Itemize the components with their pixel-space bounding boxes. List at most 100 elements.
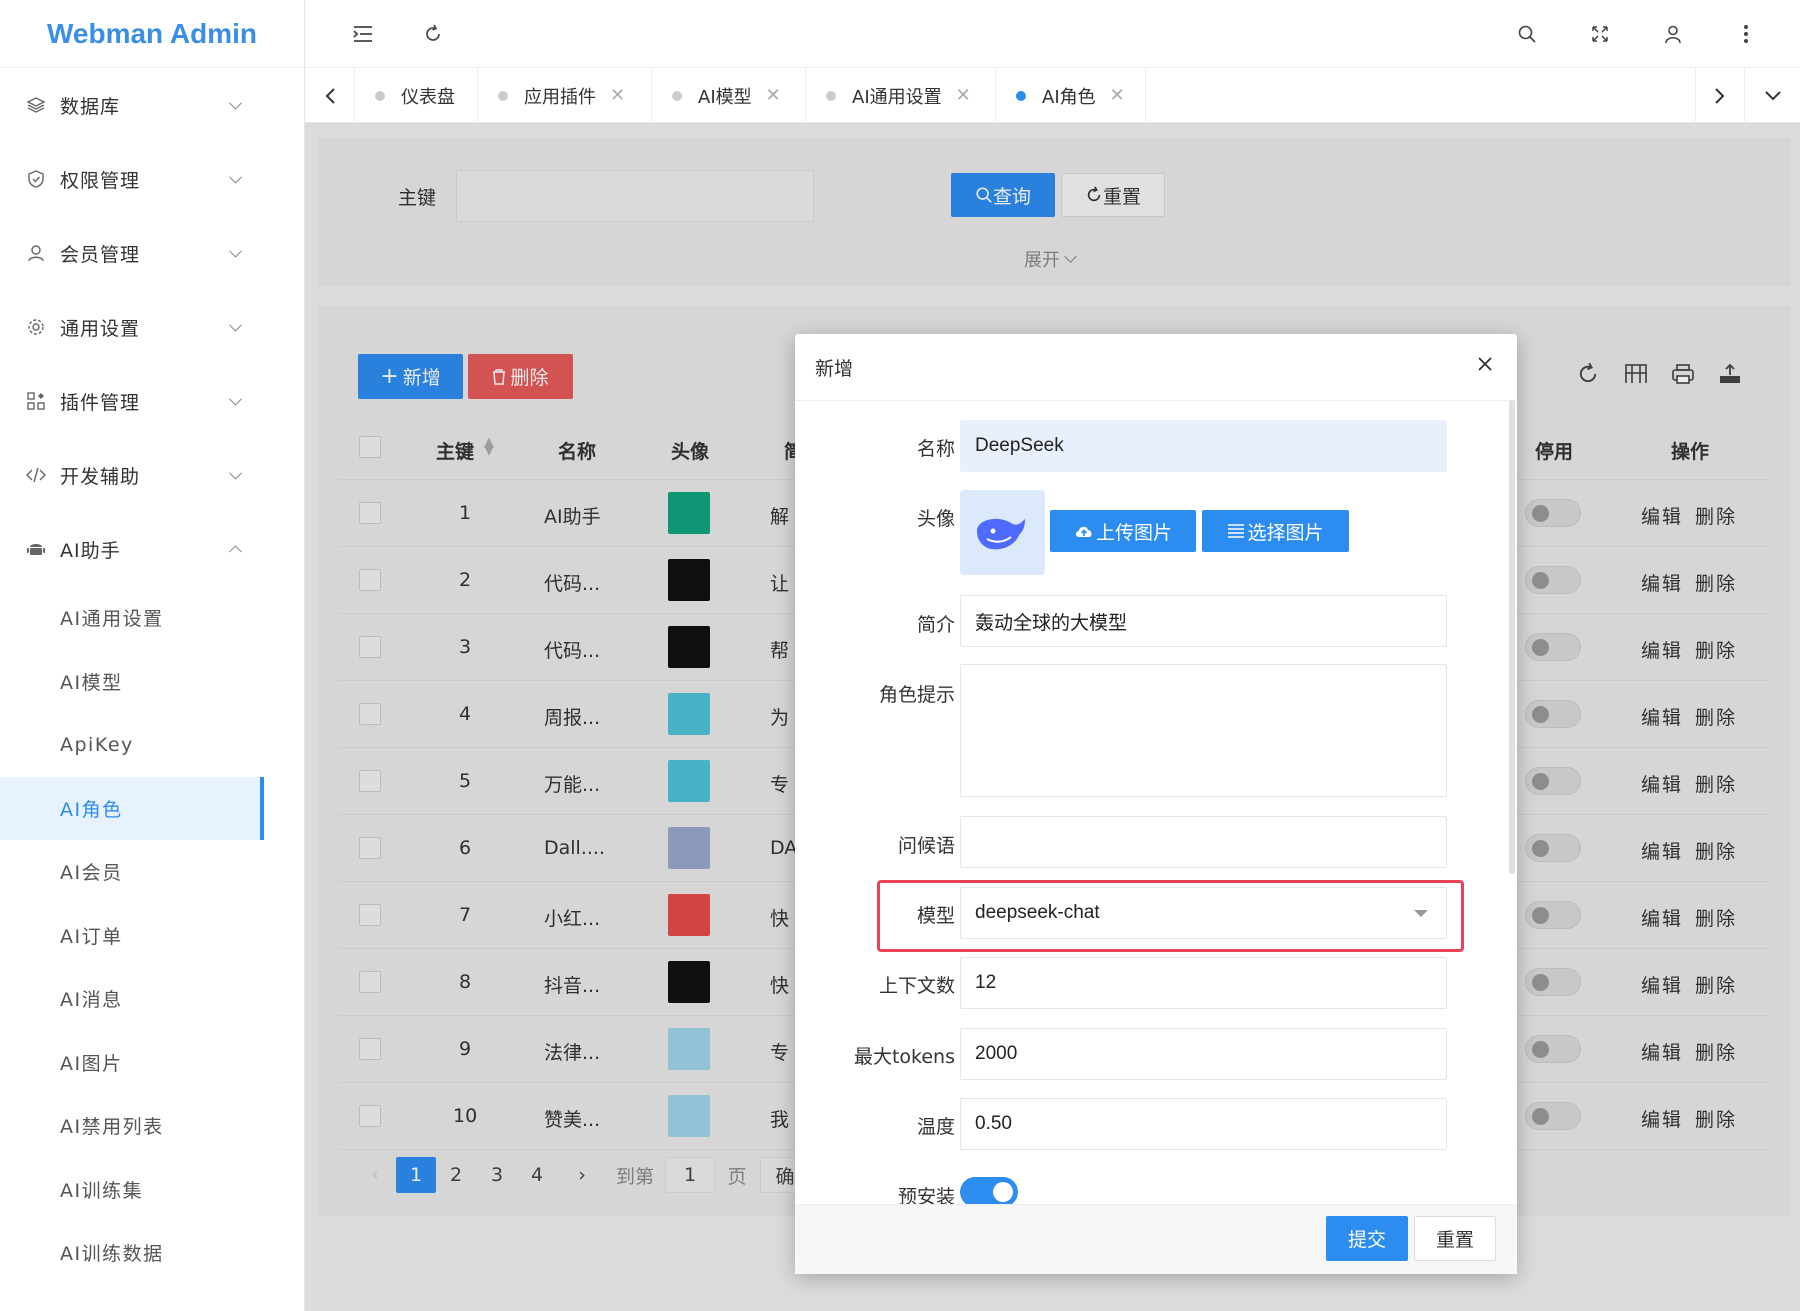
choose-image-button[interactable]: 选择图片 bbox=[1202, 510, 1349, 552]
sidebar-item-ai-role[interactable]: AI角色 bbox=[0, 776, 264, 840]
sidebar-group-label: 通用设置 bbox=[60, 317, 141, 340]
sidebar-group-plugins[interactable]: 插件管理 bbox=[0, 364, 304, 438]
model-label: 模型 bbox=[916, 905, 955, 927]
chevron-down-icon bbox=[229, 96, 242, 110]
dialog-reset-button[interactable]: 重置 bbox=[1414, 1216, 1496, 1261]
context-input[interactable]: 12 bbox=[960, 957, 1447, 1009]
tab-app-plugins[interactable]: 应用插件 ✕ bbox=[478, 68, 652, 123]
android-icon bbox=[26, 539, 46, 559]
model-select[interactable]: deepseek-chat bbox=[960, 887, 1447, 939]
name-input[interactable]: DeepSeek bbox=[960, 420, 1447, 472]
greeting-label: 问候语 bbox=[897, 835, 955, 857]
sidebar-group-label: 插件管理 bbox=[60, 391, 141, 414]
sidebar-group-label: 数据库 bbox=[60, 95, 121, 118]
chevron-down-icon bbox=[229, 318, 242, 332]
top-header bbox=[305, 0, 1800, 68]
toggle-knob bbox=[993, 1182, 1013, 1202]
tab-ai-settings[interactable]: AI通用设置 ✕ bbox=[806, 68, 996, 123]
close-icon[interactable] bbox=[1471, 350, 1499, 378]
sidebar-item-ai-banlist[interactable]: AI禁用列表 bbox=[0, 1094, 304, 1158]
tab-dot-active bbox=[1016, 90, 1026, 101]
sidebar-group-settings[interactable]: 通用设置 bbox=[0, 290, 304, 364]
sidebar-group-ai[interactable]: AI助手 bbox=[0, 512, 304, 586]
sidebar-item-ai-order[interactable]: AI订单 bbox=[0, 904, 304, 968]
tab-dot bbox=[826, 90, 836, 101]
tab-label: AI角色 bbox=[1042, 86, 1096, 108]
max-tokens-input[interactable]: 2000 bbox=[960, 1028, 1447, 1080]
search-icon[interactable] bbox=[1511, 18, 1543, 50]
temperature-input[interactable]: 0.50 bbox=[960, 1098, 1447, 1150]
close-icon[interactable]: ✕ bbox=[956, 85, 971, 106]
gear-icon bbox=[26, 317, 46, 337]
preinstall-row: 预安装 bbox=[795, 1154, 1509, 1204]
tab-bar: 仪表盘 应用插件 ✕ AI模型 ✕ AI通用设置 ✕ AI角色 ✕ bbox=[305, 68, 1800, 123]
tab-scroll-left-icon[interactable] bbox=[305, 68, 355, 123]
avatar-label: 头像 bbox=[916, 508, 955, 530]
tab-scroll-right-icon[interactable] bbox=[1695, 68, 1745, 123]
upload-label: 上传图片 bbox=[1095, 521, 1172, 544]
fullscreen-icon[interactable] bbox=[1584, 18, 1616, 50]
sidebar-item-ai-member[interactable]: AI会员 bbox=[0, 840, 304, 904]
name-label: 名称 bbox=[916, 438, 955, 460]
shield-icon bbox=[26, 169, 46, 189]
tab-label: AI模型 bbox=[698, 86, 752, 108]
chevron-down-icon bbox=[229, 170, 242, 184]
tab-label: 仪表盘 bbox=[401, 86, 455, 108]
close-icon[interactable]: ✕ bbox=[1110, 85, 1125, 106]
sidebar-group-label: 会员管理 bbox=[60, 243, 141, 266]
user-icon[interactable] bbox=[1657, 18, 1689, 50]
deepseek-whale-icon bbox=[976, 518, 1025, 549]
tab-ai-role[interactable]: AI角色 ✕ bbox=[996, 68, 1146, 123]
dialog-footer: 提交 重置 bbox=[795, 1204, 1517, 1274]
close-icon[interactable]: ✕ bbox=[766, 85, 781, 106]
sidebar-item-ai-image[interactable]: AI图片 bbox=[0, 1031, 304, 1095]
sidebar-item-ai-settings[interactable]: AI通用设置 bbox=[0, 586, 304, 650]
more-icon[interactable] bbox=[1730, 18, 1762, 50]
greeting-input[interactable] bbox=[960, 816, 1447, 868]
close-icon[interactable]: ✕ bbox=[610, 85, 625, 106]
dialog-scrollbar[interactable] bbox=[1509, 400, 1515, 874]
role-prompt-label: 角色提示 bbox=[878, 684, 955, 706]
tab-label: 应用插件 bbox=[524, 86, 596, 108]
sidebar-group-label: 开发辅助 bbox=[60, 465, 141, 488]
tab-dropdown-icon[interactable] bbox=[1745, 68, 1800, 123]
sidebar-group-label: AI助手 bbox=[60, 539, 121, 562]
preinstall-label: 预安装 bbox=[897, 1186, 955, 1204]
chevron-down-icon bbox=[229, 466, 242, 480]
context-label: 上下文数 bbox=[878, 975, 955, 997]
sidebar-group-members[interactable]: 会员管理 bbox=[0, 216, 304, 290]
max-tokens-label: 最大tokens bbox=[853, 1046, 955, 1068]
tab-label: AI通用设置 bbox=[852, 86, 942, 108]
menu-fold-icon[interactable] bbox=[347, 18, 379, 50]
upload-image-button[interactable]: 上传图片 bbox=[1050, 510, 1196, 552]
intro-input[interactable]: 轰动全球的大模型 bbox=[960, 595, 1447, 647]
sidebar-item-ai-trainset[interactable]: AI训练集 bbox=[0, 1158, 304, 1222]
add-role-dialog: 新增 名称 DeepSeek 头像 上传图片 选择图片 简介 轰动全球的大模型 … bbox=[795, 334, 1517, 1274]
list-icon bbox=[1228, 524, 1245, 538]
tab-dashboard[interactable]: 仪表盘 bbox=[355, 68, 478, 123]
app-logo[interactable]: Webman Admin bbox=[0, 0, 304, 68]
code-icon bbox=[26, 465, 46, 485]
preinstall-toggle[interactable] bbox=[960, 1177, 1018, 1204]
sidebar-item-ai-model[interactable]: AI模型 bbox=[0, 650, 304, 714]
chevron-up-icon bbox=[229, 545, 242, 559]
refresh-icon[interactable] bbox=[417, 18, 449, 50]
tab-dot bbox=[672, 90, 682, 101]
apps-icon bbox=[26, 391, 46, 411]
tab-dot bbox=[375, 90, 385, 101]
role-prompt-textarea[interactable] bbox=[960, 664, 1447, 797]
avatar-preview[interactable] bbox=[960, 490, 1045, 575]
sidebar-item-ai-traindata[interactable]: AI训练数据 bbox=[0, 1221, 304, 1285]
user-icon bbox=[26, 243, 46, 263]
choose-label: 选择图片 bbox=[1247, 521, 1324, 544]
temperature-label: 温度 bbox=[916, 1116, 955, 1138]
sidebar-item-ai-message[interactable]: AI消息 bbox=[0, 967, 304, 1031]
sidebar-group-dev[interactable]: 开发辅助 bbox=[0, 438, 304, 512]
sidebar-item-apikey[interactable]: ApiKey bbox=[0, 713, 304, 777]
intro-label: 简介 bbox=[916, 614, 955, 636]
submit-button[interactable]: 提交 bbox=[1326, 1216, 1408, 1261]
dropdown-caret-icon bbox=[1414, 910, 1428, 917]
tab-ai-model[interactable]: AI模型 ✕ bbox=[652, 68, 806, 123]
sidebar-group-database[interactable]: 数据库 bbox=[0, 68, 304, 142]
sidebar-group-permission[interactable]: 权限管理 bbox=[0, 142, 304, 216]
